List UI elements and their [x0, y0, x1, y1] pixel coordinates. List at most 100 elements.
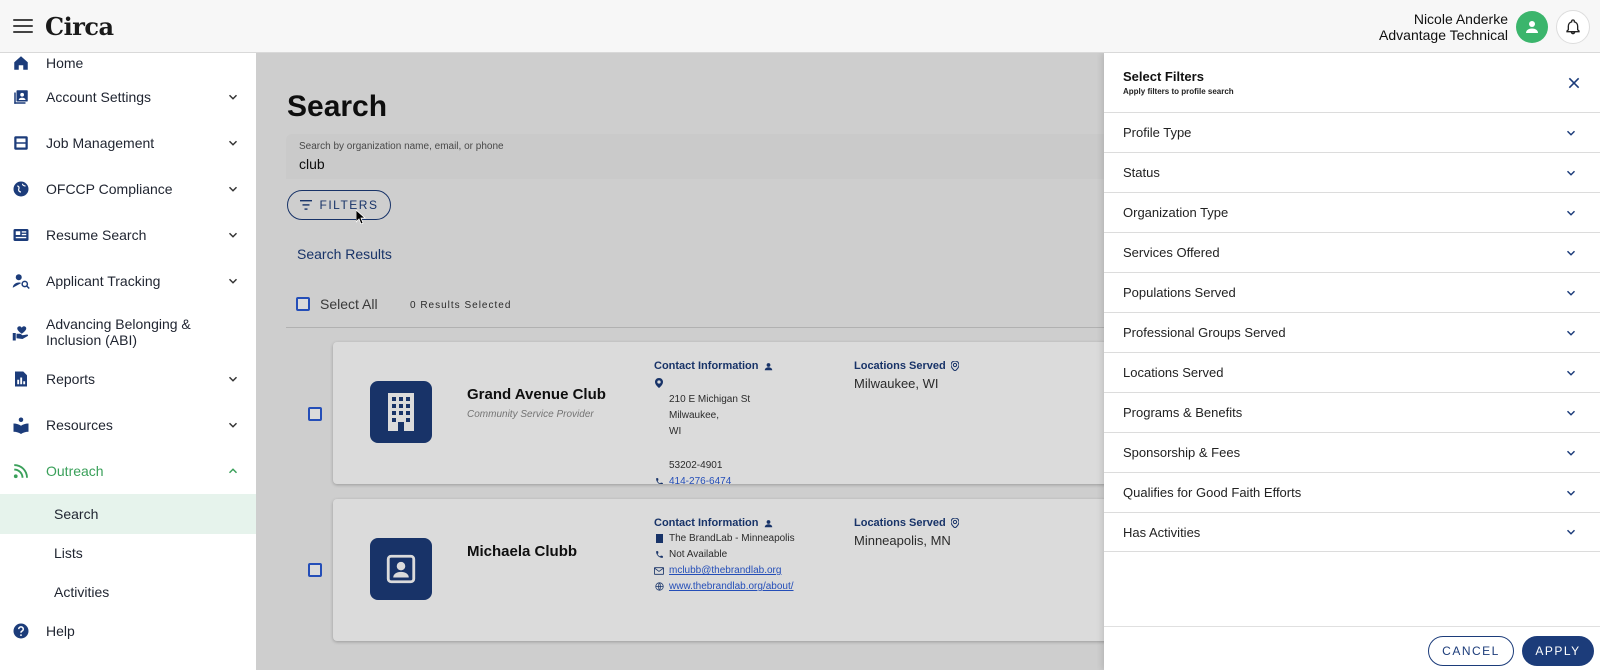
chevron-down-icon	[1566, 410, 1576, 416]
chevron-down-icon	[1566, 529, 1576, 535]
sidebar-item-resume-search[interactable]: Resume Search	[0, 217, 256, 253]
filter-status[interactable]: Status	[1104, 152, 1600, 192]
inclusion-icon	[11, 323, 31, 343]
filter-professional-groups-served[interactable]: Professional Groups Served	[1104, 312, 1600, 352]
sidebar-subitem-label: Search	[54, 506, 99, 522]
filter-sponsorship-fees[interactable]: Sponsorship & Fees	[1104, 432, 1600, 472]
filter-programs-benefits[interactable]: Programs & Benefits	[1104, 392, 1600, 432]
filter-label: Programs & Benefits	[1123, 405, 1243, 420]
resources-icon	[11, 415, 31, 435]
outreach-icon	[11, 461, 31, 481]
filter-organization-type[interactable]: Organization Type	[1104, 192, 1600, 232]
chevron-down-icon	[228, 186, 238, 192]
filter-label: Professional Groups Served	[1123, 325, 1286, 340]
chevron-down-icon	[1566, 210, 1576, 216]
home-icon	[11, 53, 31, 73]
chevron-down-icon	[1566, 250, 1576, 256]
reports-icon	[11, 369, 31, 389]
sidebar-item-label: Job Management	[46, 135, 155, 151]
chevron-down-icon	[1566, 490, 1576, 496]
filter-label: Qualifies for Good Faith Efforts	[1123, 485, 1302, 500]
top-app-bar: Circa Nicole Anderke Advantage Technical	[0, 0, 1600, 53]
chevron-down-icon	[228, 278, 238, 284]
close-icon[interactable]	[1566, 75, 1582, 91]
panel-title: Select Filters	[1123, 69, 1204, 84]
chevron-up-icon	[228, 468, 238, 474]
chevron-down-icon	[228, 422, 238, 428]
filter-populations-served[interactable]: Populations Served	[1104, 272, 1600, 312]
avatar[interactable]	[1516, 10, 1548, 43]
help-icon	[11, 621, 31, 641]
resume-icon	[11, 225, 31, 245]
job-management-icon	[11, 133, 31, 153]
user-name: Nicole Anderke	[1413, 10, 1508, 27]
filter-profile-type[interactable]: Profile Type	[1104, 112, 1600, 152]
sidebar-item-label: Resume Search	[46, 227, 147, 243]
chevron-down-icon	[1566, 330, 1576, 336]
filter-label: Locations Served	[1123, 365, 1224, 380]
filter-label: Services Offered	[1123, 245, 1220, 260]
chevron-down-icon	[228, 376, 238, 382]
sidebar-item-label: Reports	[46, 371, 96, 387]
sidebar-subitem-search[interactable]: Search	[0, 494, 256, 534]
sidebar-item-label: Applicant Tracking	[46, 273, 161, 289]
panel-subtitle: Apply filters to profile search	[1123, 87, 1234, 96]
filter-has-activities[interactable]: Has Activities	[1104, 512, 1600, 552]
hamburger-menu-icon[interactable]	[13, 19, 33, 33]
filter-label: Status	[1123, 165, 1160, 180]
sidebar-item-applicant-tracking[interactable]: Applicant Tracking	[0, 263, 256, 299]
sidebar-item-outreach[interactable]: Outreach	[0, 453, 256, 489]
sidebar-item-resources[interactable]: Resources	[0, 407, 256, 443]
modal-scrim[interactable]	[256, 53, 1104, 670]
sidebar-item-label: Advancing Belonging & Inclusion (ABI)	[46, 316, 191, 348]
sidebar-subitem-activities[interactable]: Activities	[0, 572, 256, 612]
chevron-down-icon	[228, 232, 238, 238]
panel-footer: CANCEL APPLY	[1104, 626, 1600, 670]
apply-button[interactable]: APPLY	[1522, 636, 1594, 666]
account-settings-icon	[11, 87, 31, 107]
sidebar-item-reports[interactable]: Reports	[0, 361, 256, 397]
sidebar-item-ofccp-compliance[interactable]: OFCCP Compliance	[0, 171, 256, 207]
chevron-down-icon	[1566, 450, 1576, 456]
sidebar-item-job-management[interactable]: Job Management	[0, 125, 256, 161]
chevron-down-icon	[228, 94, 238, 100]
sidebar-item-abi[interactable]: Advancing Belonging & Inclusion (ABI)	[0, 312, 256, 352]
sidebar-item-label: OFCCP Compliance	[46, 181, 173, 197]
filter-label: Has Activities	[1123, 524, 1201, 540]
applicant-tracking-icon	[11, 271, 31, 291]
logo-text: Circa	[45, 11, 114, 41]
filter-label: Profile Type	[1123, 125, 1192, 140]
chevron-down-icon	[1566, 370, 1576, 376]
notifications-bell-icon[interactable]	[1556, 9, 1590, 44]
sidebar-subitem-label: Lists	[54, 545, 83, 561]
filter-label: Populations Served	[1123, 285, 1236, 300]
select-filters-panel: Select Filters Apply filters to profile …	[1104, 53, 1600, 670]
sidebar-item-home[interactable]: Home	[0, 53, 256, 81]
sidebar-item-account-settings[interactable]: Account Settings	[0, 79, 256, 115]
sidebar-subitem-lists[interactable]: Lists	[0, 533, 256, 573]
sidebar-subitem-label: Activities	[54, 584, 110, 600]
chevron-down-icon	[1566, 130, 1576, 136]
filter-label: Sponsorship & Fees	[1123, 445, 1241, 460]
person-icon	[1526, 20, 1538, 33]
filter-locations-served[interactable]: Locations Served	[1104, 352, 1600, 392]
cancel-button[interactable]: CANCEL	[1428, 636, 1514, 666]
filter-label: Organization Type	[1123, 205, 1229, 220]
sidebar-item-label: Help	[46, 623, 75, 639]
filter-good-faith-efforts[interactable]: Qualifies for Good Faith Efforts	[1104, 472, 1600, 512]
mouse-cursor-icon	[356, 210, 366, 224]
circa-logo[interactable]: Circa	[45, 12, 114, 41]
chevron-down-icon	[1566, 290, 1576, 296]
sidebar-item-label: Account Settings	[46, 89, 152, 105]
sidebar-nav: Home Account Settings Job Management OFC…	[0, 53, 256, 670]
sidebar-item-help[interactable]: Help	[0, 613, 256, 649]
sidebar-item-label: Resources	[46, 417, 113, 433]
sidebar-item-label: Home	[46, 55, 84, 71]
sidebar-item-label: Outreach	[46, 463, 104, 479]
user-info: Nicole Anderke Advantage Technical	[1379, 11, 1508, 43]
chevron-down-icon	[228, 140, 238, 146]
chevron-down-icon	[1566, 170, 1576, 176]
filter-services-offered[interactable]: Services Offered	[1104, 232, 1600, 272]
globe-icon	[11, 179, 31, 199]
org-name: Advantage Technical	[1379, 26, 1508, 43]
